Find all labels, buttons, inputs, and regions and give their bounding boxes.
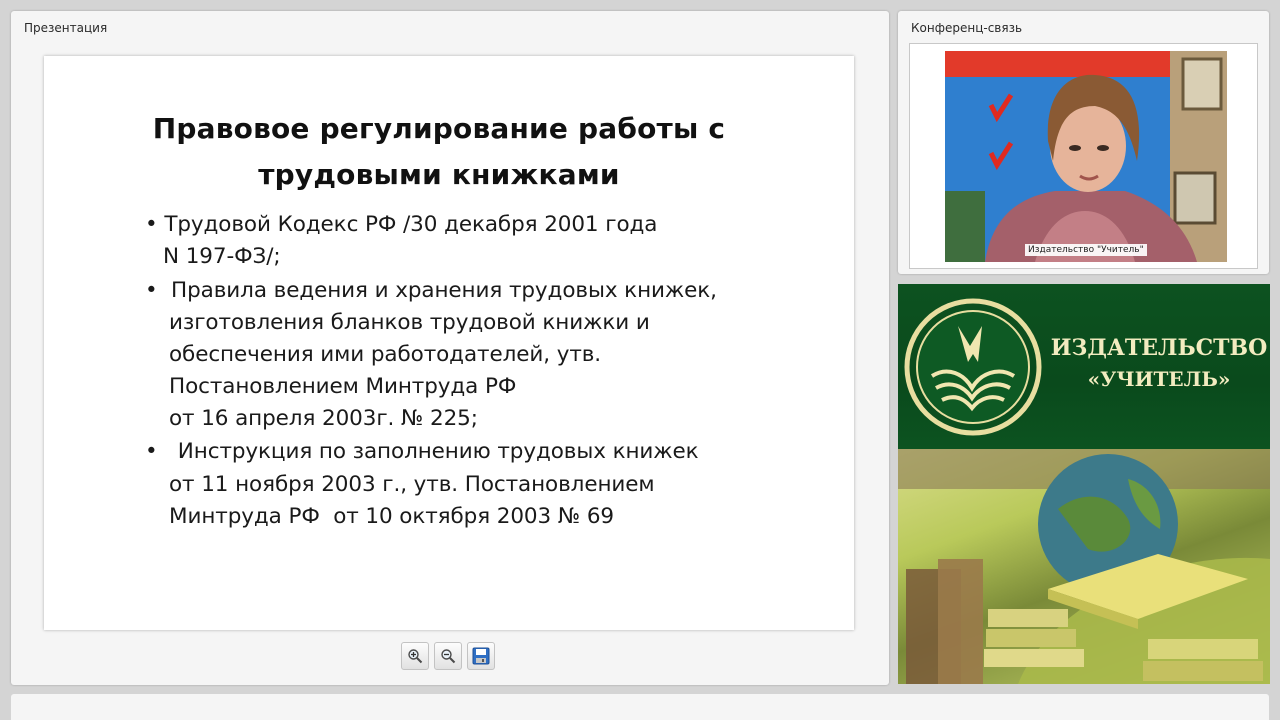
conference-panel: Конференц-связь Издательство "Учитель" — [898, 11, 1269, 274]
webcam-video-picture — [945, 51, 1227, 262]
zoom-out-button[interactable] — [434, 642, 462, 670]
video-caption: Издательство "Учитель" — [1025, 244, 1147, 256]
slide-toolbar — [401, 642, 495, 670]
save-icon — [472, 647, 490, 665]
conference-panel-title: Конференц-связь — [911, 21, 1023, 35]
slide-title-line-2: трудовыми книжками — [258, 158, 620, 191]
zoom-in-button[interactable] — [401, 642, 429, 670]
slide-text-line: от 16 апреля 2003г. № 225; — [169, 406, 478, 431]
presentation-panel-title: Презентация — [24, 21, 108, 35]
publisher-banner[interactable]: ИЗДАТЕЛЬСТВО «УЧИТЕЛЬ» — [898, 284, 1270, 684]
video-frame: Издательство "Учитель" — [909, 43, 1258, 269]
banner-books-image — [898, 449, 1270, 684]
slide-text-line: от 11 ноября 2003 г., утв. Постановление… — [169, 472, 655, 497]
slide-text-line: изготовления бланков трудовой книжки и — [169, 310, 650, 335]
slide-text-line: • Инструкция по заполнению трудовых книж… — [145, 439, 699, 464]
slide-text-line: Минтруда РФ от 10 октября 2003 № 69 — [169, 504, 614, 529]
books-and-globe-picture — [898, 449, 1270, 684]
publisher-name-line-2: «УЧИТЕЛЬ» — [1087, 367, 1231, 391]
bottom-panel — [11, 694, 1269, 720]
slide-text-line: N 197-ФЗ/; — [163, 244, 281, 269]
slide-title-line-1: Правовое регулирование работы с — [152, 112, 726, 145]
webcam-video[interactable]: Издательство "Учитель" — [945, 51, 1227, 262]
zoom-out-icon — [441, 649, 456, 664]
zoom-in-icon — [408, 649, 423, 664]
slide-text-line: обеспечения ими работодателей, утв. — [169, 342, 602, 367]
save-button[interactable] — [467, 642, 495, 670]
slide-text-line: • Правила ведения и хранения трудовых кн… — [145, 278, 717, 303]
slide-text-line: Постановлением Минтруда РФ — [169, 374, 517, 399]
slide-title: Правовое регулирование работы с трудовым… — [44, 106, 834, 198]
banner-logo-area: ИЗДАТЕЛЬСТВО «УЧИТЕЛЬ» — [898, 284, 1270, 449]
presentation-panel: Презентация Правовое регулирование работ… — [11, 11, 889, 685]
publisher-logo-icon — [904, 298, 1042, 436]
publisher-name-line-1: ИЗДАТЕЛЬСТВО — [1050, 335, 1268, 361]
slide-text-line: • Трудовой Кодекс РФ /30 декабря 2001 го… — [145, 212, 658, 237]
presentation-slide: Правовое регулирование работы с трудовым… — [44, 56, 854, 630]
